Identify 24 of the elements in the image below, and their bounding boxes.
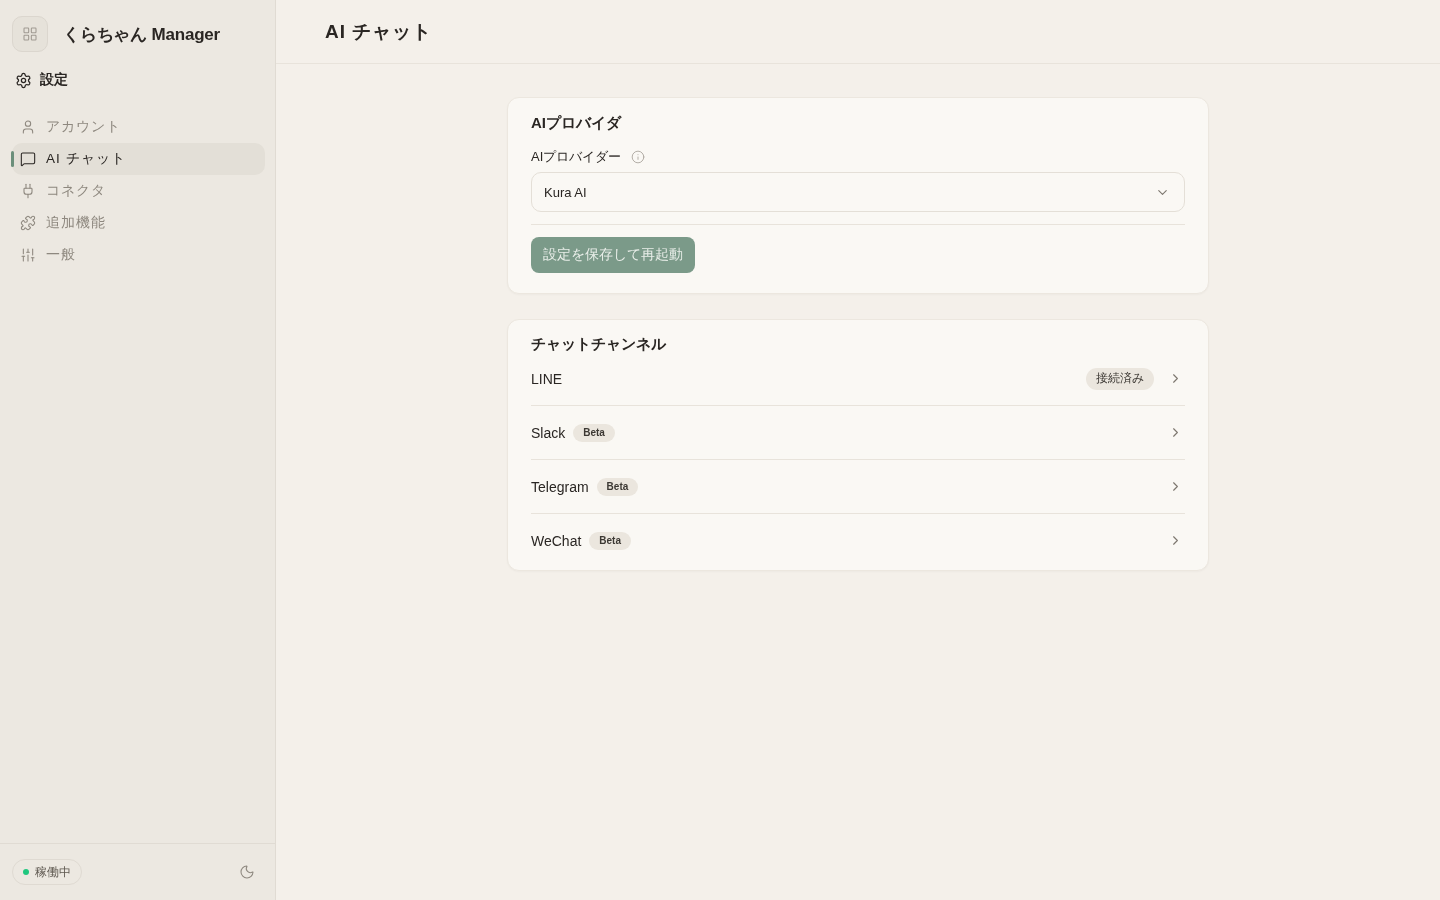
connected-tag: 接続済み	[1086, 367, 1154, 390]
beta-tag: Beta	[589, 531, 631, 550]
channel-name[interactable]: Slack	[531, 424, 566, 441]
status-label: 稼働中	[35, 863, 71, 881]
chat-bubble-icon	[20, 151, 36, 167]
sidebar-item[interactable]: AI チャット	[12, 143, 265, 175]
channel-name[interactable]: Telegram	[531, 478, 589, 495]
beta-tag: Beta	[596, 477, 639, 496]
section-title: 設定	[40, 71, 68, 89]
field-label: AIプロバイダー	[531, 148, 622, 166]
channel-name[interactable]: WeChat	[531, 532, 582, 549]
card-title: チャットチャンネル	[531, 336, 667, 352]
settings-icon	[15, 71, 32, 89]
provider-select[interactable]: Kura AI	[531, 172, 1185, 212]
card-title: AIプロバイダ	[531, 113, 623, 133]
app-title: くらちゃん Manager	[63, 23, 221, 46]
beta-tag: Beta	[573, 423, 615, 442]
moon-icon[interactable]	[239, 864, 255, 880]
puzzle-icon	[20, 215, 36, 231]
plug-icon	[20, 183, 36, 199]
page-title: AI チャット	[325, 19, 433, 44]
sliders-icon	[20, 247, 36, 263]
person-icon	[20, 119, 36, 135]
channel-name[interactable]: LINE	[531, 370, 563, 387]
